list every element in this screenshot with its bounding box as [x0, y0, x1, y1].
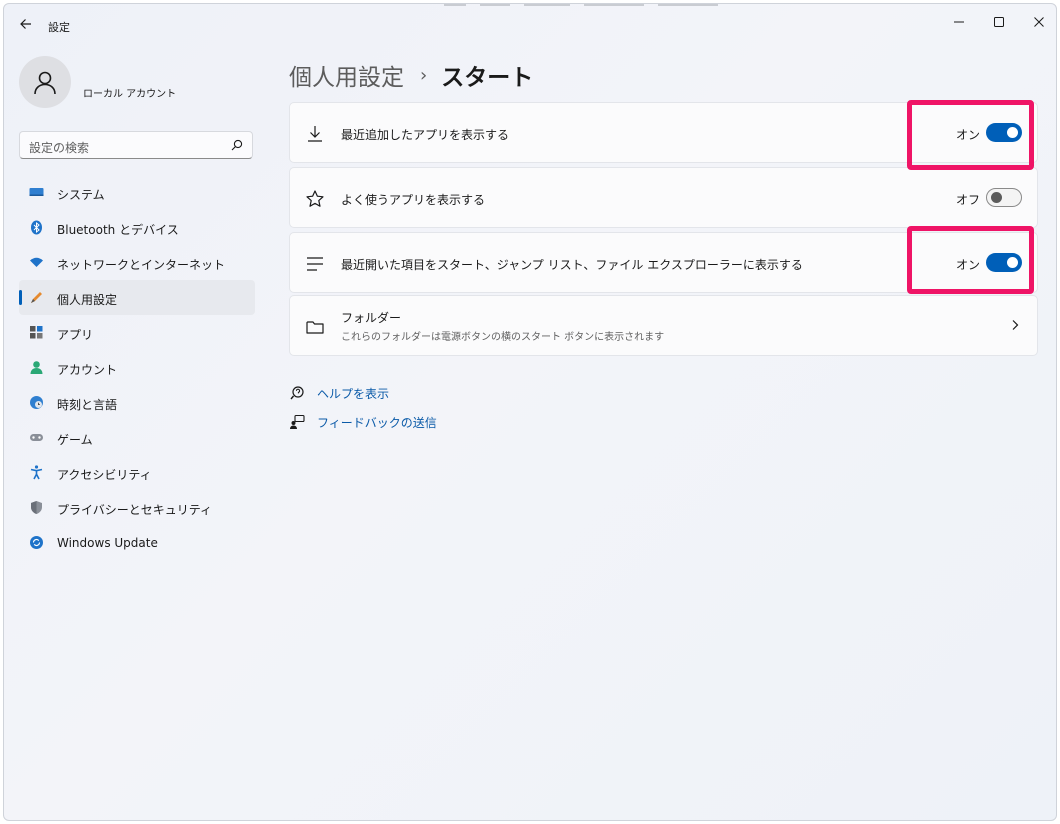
download-icon [308, 126, 322, 142]
feedback-link-label: フィードバックの送信 [317, 415, 437, 430]
gaming-icon [29, 430, 44, 445]
sidebar-item-label: プライバシーとセキュリティ [57, 503, 213, 517]
sidebar-item-label: ゲーム [57, 433, 93, 447]
toggle-knob [991, 192, 1002, 203]
sidebar-item-time-language[interactable]: 時刻と言語 [19, 385, 255, 420]
folder-icon [306, 321, 324, 334]
sidebar-nav: システム Bluetooth とデバイス ネットワークとインターネット 個人用設… [19, 175, 255, 560]
sidebar-item-system[interactable]: システム [19, 175, 255, 210]
apps-icon [29, 325, 44, 340]
sidebar-item-gaming[interactable]: ゲーム [19, 420, 255, 455]
account-name: ローカル アカウント [83, 89, 177, 100]
sidebar-item-accessibility[interactable]: アクセシビリティ [19, 455, 255, 490]
most-used-apps-toggle[interactable] [986, 188, 1022, 207]
close-icon [1034, 17, 1044, 27]
maximize-button[interactable] [988, 12, 1010, 32]
maximize-icon [994, 17, 1004, 27]
accessibility-icon [29, 465, 44, 480]
sidebar-item-label: アカウント [57, 363, 118, 377]
sidebar-item-bluetooth[interactable]: Bluetooth とデバイス [19, 210, 255, 245]
time-language-icon [29, 395, 44, 410]
minimize-button[interactable] [948, 12, 970, 32]
setting-folders[interactable]: フォルダー これらのフォルダーは電源ボタンの横のスタート ボタンに表示されます [289, 295, 1038, 356]
sidebar-item-personalization[interactable]: 個人用設定 [19, 280, 255, 315]
close-button[interactable] [1028, 12, 1050, 32]
setting-title: 最近追加したアプリを表示する [341, 128, 510, 142]
breadcrumb: 個人用設定 › スタート [289, 58, 533, 92]
sidebar-item-label: アプリ [57, 328, 94, 342]
breadcrumb-separator: › [420, 64, 428, 86]
setting-title: フォルダー [341, 311, 402, 325]
accounts-icon [29, 360, 44, 375]
bluetooth-icon [29, 220, 44, 235]
highlight-box [907, 100, 1034, 170]
help-link-label: ヘルプを表示 [317, 386, 390, 401]
help-icon [290, 386, 304, 400]
settings-window: 設定 ローカル アカウント 設定の検索 システム Bluetooth とデバイス… [3, 3, 1057, 821]
setting-description: これらのフォルダーは電源ボタンの横のスタート ボタンに表示されます [341, 332, 665, 343]
windows-update-icon [29, 535, 44, 550]
network-icon [29, 255, 44, 270]
sidebar-item-label: 時刻と言語 [57, 398, 118, 412]
highlight-box [907, 226, 1034, 294]
privacy-icon [29, 500, 44, 515]
sidebar-item-label: アクセシビリティ [57, 468, 152, 482]
minimize-icon [954, 21, 964, 23]
star-icon [306, 190, 324, 207]
sidebar-item-apps[interactable]: アプリ [19, 315, 255, 350]
sidebar-item-label: 個人用設定 [57, 293, 118, 307]
search-icon [231, 139, 243, 151]
search-placeholder: 設定の検索 [29, 141, 90, 155]
system-icon [29, 185, 44, 200]
toggle-state-label: オフ [956, 193, 981, 207]
sidebar-item-windows-update[interactable]: Windows Update [19, 525, 255, 560]
person-icon [34, 71, 56, 95]
sidebar-item-label: Windows Update [57, 536, 158, 550]
title-bar: 設定 [4, 4, 1056, 44]
setting-most-used-apps: よく使うアプリを表示する オフ [289, 167, 1038, 228]
sidebar-item-label: Bluetooth とデバイス [57, 223, 179, 237]
setting-title: 最近開いた項目をスタート、ジャンプ リスト、ファイル エクスプローラーに表示する [341, 258, 803, 272]
feedback-link[interactable]: フィードバックの送信 [289, 413, 437, 431]
feedback-icon [290, 414, 305, 429]
app-title: 設定 [48, 21, 70, 34]
sidebar-item-privacy[interactable]: プライバシーとセキュリティ [19, 490, 255, 525]
search-input[interactable]: 設定の検索 [19, 131, 253, 159]
arrow-left-icon [20, 19, 31, 29]
list-icon [307, 257, 323, 271]
page-title: スタート [441, 65, 534, 91]
sidebar-item-label: ネットワークとインターネット [57, 258, 226, 272]
personalization-icon [29, 290, 44, 305]
chevron-right-icon [1012, 320, 1019, 330]
breadcrumb-parent[interactable]: 個人用設定 [289, 58, 404, 92]
setting-title: よく使うアプリを表示する [341, 193, 486, 207]
sidebar-item-network[interactable]: ネットワークとインターネット [19, 245, 255, 280]
avatar[interactable] [19, 56, 71, 108]
sidebar-item-label: システム [57, 188, 105, 202]
help-link[interactable]: ヘルプを表示 [289, 384, 389, 402]
back-button[interactable] [18, 16, 34, 32]
sidebar-item-accounts[interactable]: アカウント [19, 350, 255, 385]
